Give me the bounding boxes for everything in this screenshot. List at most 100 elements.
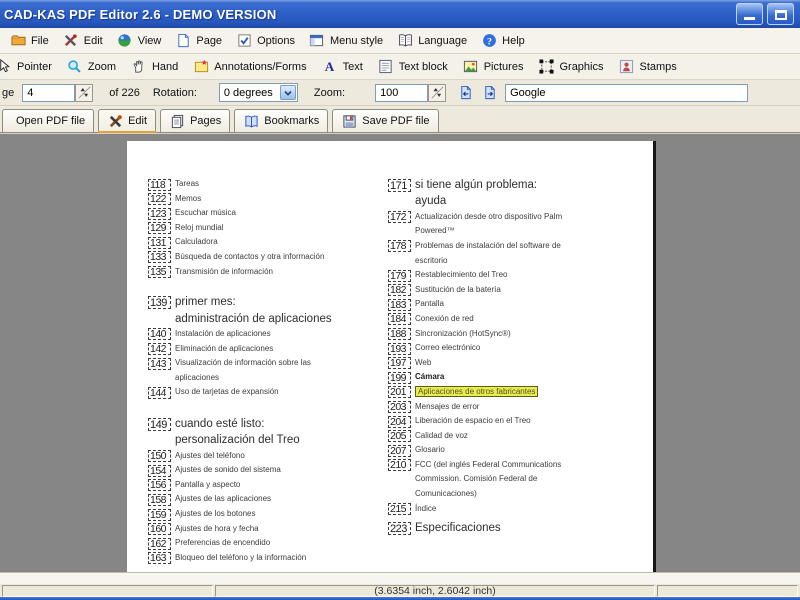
document-area[interactable]: 118 Tareas 122 Memos 123 Escuchar música 129 Re… [0,133,800,572]
tool-text-block[interactable]: Text block [374,57,454,77]
toc-page-link[interactable]: 158 [148,493,171,506]
next-page-button[interactable] [479,83,499,103]
toc-page-link[interactable]: 123 [148,207,171,220]
toc-page-link[interactable]: 131 [148,236,171,249]
toc-entry-text: Ajustes de sonido del sistema [175,465,281,475]
toc-page-link[interactable]: 171 [388,179,411,192]
toc-entry-lines: Liberación de espacio en el Treo [415,414,531,429]
minimize-button[interactable] [736,3,763,25]
tab-edit[interactable]: Edit [98,109,157,134]
toc-page-link[interactable]: 207 [388,444,411,457]
menu-item-options[interactable]: Options [232,31,303,51]
toc-page-link[interactable]: 203 [388,401,411,413]
toc-page-link[interactable]: 139 [148,296,171,310]
toc-page-link[interactable]: 178 [388,240,411,253]
toc-page-link[interactable]: 163 [148,552,171,565]
status-panel-left [2,584,213,597]
toc-entry-text: Ajustes de los botones [175,509,256,519]
toc-page-link[interactable]: 156 [148,479,171,492]
tool-text[interactable]: A Text [318,57,369,77]
toc-page-link[interactable]: 210 [388,459,411,472]
toc-entry-lines: Índice [415,502,436,517]
toc-page-link[interactable]: 193 [388,342,411,355]
toc-page-link[interactable]: 205 [388,430,411,443]
toc-page-link[interactable]: 215 [388,503,411,516]
toc-page-link[interactable]: 183 [388,298,411,311]
tool-zoom[interactable]: Zoom [63,57,122,77]
menu-item-menu-style[interactable]: Menu style [305,31,391,51]
zoom-icon [67,59,83,75]
toc-entry-lines: Ajustes de las aplicaciones [175,492,271,507]
tab-open-pdf-file[interactable]: Open PDF file [2,109,95,132]
toc-entry-text: Conexión de red [415,313,474,323]
toc-page-link[interactable]: 162 [148,537,171,550]
toc-page-link[interactable]: 197 [388,357,411,370]
maximize-icon [774,10,787,20]
tab-bookmarks[interactable]: Bookmarks [234,109,329,132]
toc-page-link[interactable]: 142 [148,343,171,356]
toc-entry-lines: Bloqueo del teléfono y la información [175,551,306,566]
search-input[interactable] [505,83,749,102]
toc-entry-text: Liberación de espacio en el Treo [415,416,531,426]
menu-item-language[interactable]: Language [393,31,475,51]
toc-entry: 163 Bloqueo del teléfono y la información [148,551,380,566]
menu-item-file[interactable]: File [6,31,57,51]
toc-page-link[interactable]: 201 [388,386,411,399]
tool-graphics[interactable]: Graphics [534,57,609,77]
toc-page-link[interactable]: 150 [148,450,171,463]
tool-pictures[interactable]: Pictures [459,57,530,77]
toc-entry: 184 Conexión de red [388,312,640,327]
toc-page-link[interactable]: 159 [148,508,171,521]
zoom-input[interactable] [375,83,429,102]
menu-item-help[interactable]: ? Help [477,31,533,51]
page-number-input[interactable] [22,83,76,102]
menu-item-view[interactable]: View [113,31,170,51]
toc-entry: 182 Sustitución de la batería [388,283,640,298]
tab-save-pdf-file[interactable]: Save PDF file [332,109,439,132]
dropdown-arrow-icon[interactable] [279,85,296,100]
menu-item-page[interactable]: Page [171,31,230,51]
toc-entry: 154 Ajustes de sonido del sistema [148,463,380,478]
toc-page-link[interactable]: 184 [388,313,411,326]
toc-entry-lines: Búsqueda de contactos y otra información [175,250,324,265]
toc-page-link[interactable]: 118 [148,178,171,191]
rotation-select[interactable]: 0 degrees [218,83,298,102]
toc-page-link[interactable]: 188 [388,328,411,341]
title-bar[interactable]: CAD-KAS PDF Editor 2.6 - DEMO VERSION [0,0,800,28]
toc-page-link[interactable]: 199 [388,371,411,384]
horizontal-scrollbar[interactable] [0,572,800,584]
toc-page-link[interactable]: 204 [388,415,411,428]
maximize-button[interactable] [767,3,794,25]
toc-entry-text: Reloj mundial [175,222,224,232]
tool-pointer[interactable]: Pointer [0,57,58,77]
toc-entry: 142 Eliminación de aplicaciones [148,342,380,357]
toc-entry-lines: Web [415,356,431,371]
toc-page-link[interactable]: 129 [148,222,171,235]
toc-page-link[interactable]: 154 [148,464,171,477]
tool-hand[interactable]: Hand [127,57,184,77]
tool-label: Annotations/Forms [214,60,307,73]
toc-page-link[interactable]: 182 [388,284,411,297]
toc-page-link[interactable]: 223 [388,522,411,536]
menu-item-edit[interactable]: Edit [59,31,111,51]
toc-page-link[interactable]: 133 [148,251,171,264]
tool-stamps[interactable]: Stamps [615,57,683,77]
toc-page-link[interactable]: 144 [148,386,171,399]
tab-pages[interactable]: Pages [160,109,231,132]
toc-page-link[interactable]: 122 [148,193,171,206]
toc-page-link[interactable]: 135 [148,266,171,279]
toc-page-link[interactable]: 143 [148,357,171,370]
zoom-spinner-button[interactable] [428,83,447,102]
prev-page-button[interactable] [455,83,475,103]
toc-entry-lines: Correo electrónico [415,341,480,356]
toc-entry-text: Calculadora [175,237,218,247]
toc-page-link[interactable]: 140 [148,328,171,341]
tool-annotations-forms[interactable]: Annotations/Forms [189,57,312,77]
toc-page-link[interactable]: 179 [388,269,411,282]
page-spinner-button[interactable] [75,83,94,102]
pictures-icon [463,59,479,75]
toc-entry: 160 Ajustes de hora y fecha [148,522,380,537]
toc-page-link[interactable]: 160 [148,523,171,536]
toc-page-link[interactable]: 149 [148,417,171,431]
toc-page-link[interactable]: 172 [388,211,411,224]
